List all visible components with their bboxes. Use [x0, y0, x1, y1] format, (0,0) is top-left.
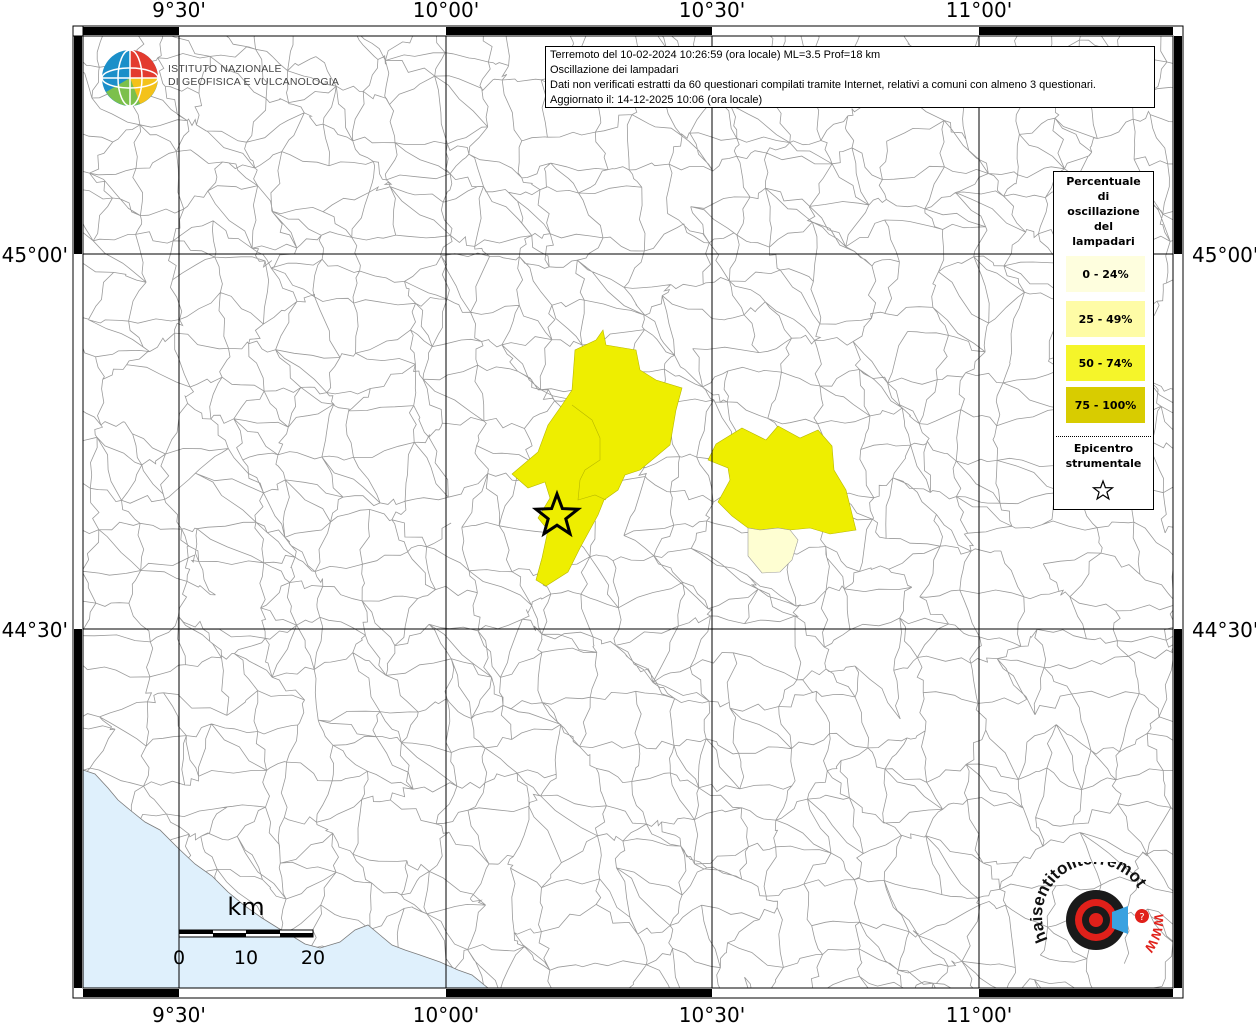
legend-title-line-1: Percentuale: [1066, 175, 1141, 188]
lon-label-bottom-3: 10°30': [679, 1003, 745, 1024]
scale-label-10: 10: [234, 947, 258, 969]
svg-text:?: ?: [1139, 912, 1144, 923]
lon-label-top-2: 10°00': [413, 0, 479, 22]
haisentito-logo: haisentitoilterremoto.it WWW ?: [1030, 862, 1166, 956]
legend-title-line-5: lampadari: [1072, 235, 1135, 248]
event-info-line-4: Aggiornato il: 14-12-2025 10:06 (ora loc…: [550, 94, 763, 106]
scale-unit: km: [227, 893, 264, 921]
legend-epicenter-line-1: Epicentro: [1073, 442, 1134, 455]
legend-swatch-0-24: 0 - 24%: [1066, 256, 1145, 292]
legend-epicenter-line-2: strumentale: [1065, 457, 1142, 470]
lat-label-left-2: 44°30': [2, 618, 68, 642]
scale-label-20: 20: [301, 947, 325, 969]
legend-swatch-25-49: 25 - 49%: [1066, 301, 1145, 337]
legend-title-line-2: di: [1097, 190, 1110, 203]
legend-title-line-4: del: [1093, 220, 1114, 233]
legend-title-line-3: oscillazione: [1067, 205, 1140, 218]
event-info-box: Terremoto del 10-02-2024 10:26:59 (ora l…: [545, 46, 1155, 108]
legend-star-icon: [1091, 479, 1115, 501]
event-info-line-1: Terremoto del 10-02-2024 10:26:59 (ora l…: [550, 49, 881, 61]
lon-label-bottom-4: 11°00': [946, 1003, 1012, 1024]
legend-swatch-50-74: 50 - 74%: [1066, 345, 1145, 381]
legend: Percentuale di oscillazione del lampadar…: [1053, 171, 1154, 510]
legend-swatch-75-100: 75 - 100%: [1066, 387, 1145, 423]
lat-label-right-1: 45°00': [1192, 243, 1256, 267]
lon-label-bottom-2: 10°00': [413, 1003, 479, 1024]
legend-separator: [1056, 436, 1151, 437]
lon-label-top-1: 9°30': [152, 0, 206, 22]
ingv-name: ISTITUTO NAZIONALE DI GEOFISICA E VULCAN…: [168, 63, 339, 89]
legend-epicenter-label: Epicentro strumentale: [1054, 441, 1153, 471]
lon-label-bottom-1: 9°30': [152, 1003, 206, 1024]
ingv-globe-logo: [101, 49, 159, 107]
ingv-name-line-2: DI GEOFISICA E VULCANOLOGIA: [168, 76, 340, 88]
event-info-line-3: Dati non verificati estratti da 60 quest…: [550, 79, 1096, 91]
scale-label-0: 0: [173, 947, 185, 969]
event-info-line-2: Oscillazione dei lampadari: [550, 64, 679, 76]
lon-label-top-3: 10°30': [679, 0, 745, 22]
legend-title: Percentuale di oscillazione del lampadar…: [1054, 172, 1153, 249]
lon-label-top-4: 11°00': [946, 0, 1012, 22]
lat-label-right-2: 44°30': [1192, 618, 1256, 642]
lat-label-left-1: 45°00': [2, 243, 68, 267]
ingv-name-line-1: ISTITUTO NAZIONALE: [168, 63, 282, 75]
